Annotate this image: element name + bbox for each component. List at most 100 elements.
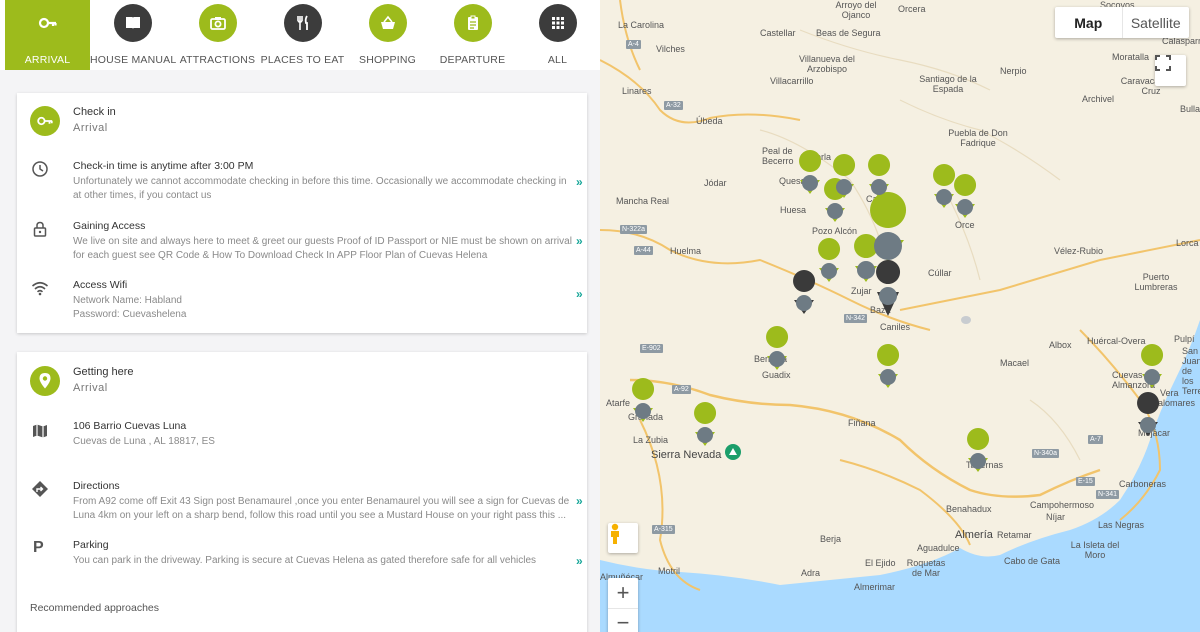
- tab-label: SHOPPING: [358, 54, 417, 66]
- wifi-password: Password: Cuevashelena: [73, 309, 187, 320]
- checkin-time-row[interactable]: Check-in time is anytime after 3:00 PM U…: [17, 160, 587, 205]
- road-shield: A-315: [652, 525, 675, 534]
- place-label: La Isleta del Moro: [1070, 540, 1120, 560]
- chevron-right-icon: »: [576, 494, 583, 508]
- place-label: Cúllar: [928, 268, 952, 278]
- road-shield: A-44: [634, 246, 653, 255]
- tab-label: ATTRACTIONS: [179, 54, 256, 66]
- tab-label: ARRIVAL: [24, 54, 71, 66]
- place-label: Archivel: [1082, 94, 1115, 104]
- card-subtitle: Arrival: [73, 382, 108, 394]
- zoom-in-button[interactable]: +: [608, 578, 638, 609]
- grid-icon: [538, 4, 577, 42]
- place-label: Castellar: [760, 28, 796, 38]
- row-description: We live on site and always here to meet …: [73, 236, 572, 261]
- card-subtitle: Arrival: [73, 122, 108, 134]
- place-label: Albox: [1049, 340, 1072, 350]
- place-label: Quesada: [779, 176, 816, 186]
- place-label: Vélez-Rubio: [1054, 246, 1104, 256]
- access-wifi-row[interactable]: Access Wifi Network Name: Habland Passwo…: [17, 279, 587, 324]
- gaining-access-row[interactable]: Gaining Access We live on site and alway…: [17, 220, 587, 265]
- street-view-pegman[interactable]: [608, 523, 638, 553]
- tab-attractions[interactable]: ATTRACTIONS: [175, 0, 260, 70]
- clipboard-icon: [453, 4, 492, 42]
- pegman-icon: [611, 523, 619, 544]
- map-type-satellite-button[interactable]: Satellite: [1121, 7, 1190, 38]
- place-label: Palomares: [1152, 398, 1196, 408]
- road-shield: E-902: [640, 344, 663, 353]
- tab-label: HOUSE MANUAL: [90, 54, 177, 66]
- place-label: Carboneras: [1119, 479, 1167, 489]
- recommended-approaches-heading: Recommended approaches: [30, 602, 159, 614]
- place-label: Castril: [866, 194, 892, 204]
- chevron-right-icon: »: [576, 234, 583, 248]
- place-label: Huesa: [780, 205, 807, 215]
- place-label: Arroyo del Ojanco: [835, 0, 877, 20]
- place-label: Macael: [1000, 358, 1030, 368]
- zoom-out-button[interactable]: −: [608, 609, 638, 632]
- tab-shopping[interactable]: SHOPPING: [345, 0, 430, 70]
- place-label: Beas de Segura: [816, 28, 881, 38]
- row-title: Access Wifi: [73, 279, 128, 291]
- row-title: 106 Barrio Cuevas Luna: [73, 420, 187, 432]
- place-label: Villacarrillo: [770, 76, 814, 86]
- place-label: Campohermoso: [1030, 500, 1095, 510]
- place-label: Fiñana: [848, 418, 876, 428]
- place-label: Nerpio: [1000, 66, 1027, 76]
- directions-icon: [31, 480, 51, 500]
- clock-icon: [31, 160, 51, 180]
- row-description: Unfortunately we cannot accommodate chec…: [73, 176, 567, 201]
- road-shield: A-32: [664, 101, 683, 110]
- road-shield: N-322a: [620, 225, 647, 234]
- key-icon: [28, 4, 67, 42]
- road-shield: A-4: [626, 40, 641, 49]
- place-label: Jódar: [704, 178, 727, 188]
- place-label: Berja: [820, 534, 842, 544]
- row-description: You can park in the driveway. Parking is…: [73, 555, 537, 566]
- place-label: Orcera: [898, 4, 926, 14]
- place-label: Vilches: [656, 44, 685, 54]
- place-label: Almería: [955, 529, 993, 541]
- place-label: Santiago de la Espada: [919, 74, 977, 94]
- directions-row[interactable]: Directions From A92 come off Exit 43 Sig…: [17, 480, 587, 525]
- parking-row[interactable]: P Parking You can park in the driveway. …: [17, 539, 587, 574]
- address-row[interactable]: 106 Barrio Cuevas Luna Cuevas de Luna , …: [17, 420, 587, 455]
- row-title: Directions: [73, 480, 120, 492]
- category-nav: ARRIVAL HOUSE MANUAL ATTRACTIONS PLACES …: [0, 0, 600, 70]
- place-label: Aguadulce: [917, 543, 960, 553]
- row-description: Cuevas de Luna , AL 18817, ES: [73, 436, 215, 447]
- camera-icon: [198, 4, 237, 42]
- place-label: Huelma: [670, 246, 702, 256]
- tab-places-to-eat[interactable]: PLACES TO EAT: [260, 0, 345, 70]
- place-label: Granada: [628, 412, 664, 422]
- place-label: Huércal-Overa: [1087, 336, 1146, 346]
- place-label: Níjar: [1046, 512, 1066, 522]
- chevron-right-icon: »: [576, 175, 583, 189]
- place-label: Vera: [1160, 388, 1179, 398]
- wifi-icon: [31, 279, 51, 299]
- place-label: Atarfe: [606, 398, 631, 408]
- chevron-right-icon: »: [576, 287, 583, 301]
- place-label: Benahadux: [946, 504, 992, 514]
- tab-arrival[interactable]: ARRIVAL: [5, 0, 90, 70]
- place-label: Orce: [955, 220, 975, 230]
- fullscreen-icon: [1155, 55, 1171, 71]
- place-label: San Juan de los Terreros: [1182, 346, 1200, 396]
- checkin-card: Check in Arrival Check-in time is anytim…: [17, 93, 587, 333]
- map-view[interactable]: La Carolina Vilches Linares Úbeda Castel…: [600, 0, 1200, 632]
- place-label: Úbeda: [696, 116, 723, 126]
- place-label: Cazorla: [800, 152, 832, 162]
- place-label: Adra: [801, 568, 821, 578]
- tab-house-manual[interactable]: HOUSE MANUAL: [90, 0, 177, 70]
- place-label: Cuevas del Almanzora: [1112, 370, 1158, 390]
- tab-departure[interactable]: DEPARTURE: [430, 0, 515, 70]
- tab-label: ALL: [547, 54, 568, 66]
- card-title: Check in: [73, 106, 116, 118]
- map-type-map-button[interactable]: Map: [1055, 7, 1122, 38]
- row-description: From A92 come off Exit 43 Sign post Bena…: [73, 496, 570, 521]
- chevron-right-icon: »: [576, 554, 583, 568]
- place-label: El Ejido: [865, 558, 896, 568]
- fullscreen-button[interactable]: [1155, 55, 1186, 86]
- place-label: Motril: [658, 566, 680, 576]
- tab-all[interactable]: ALL: [515, 0, 600, 70]
